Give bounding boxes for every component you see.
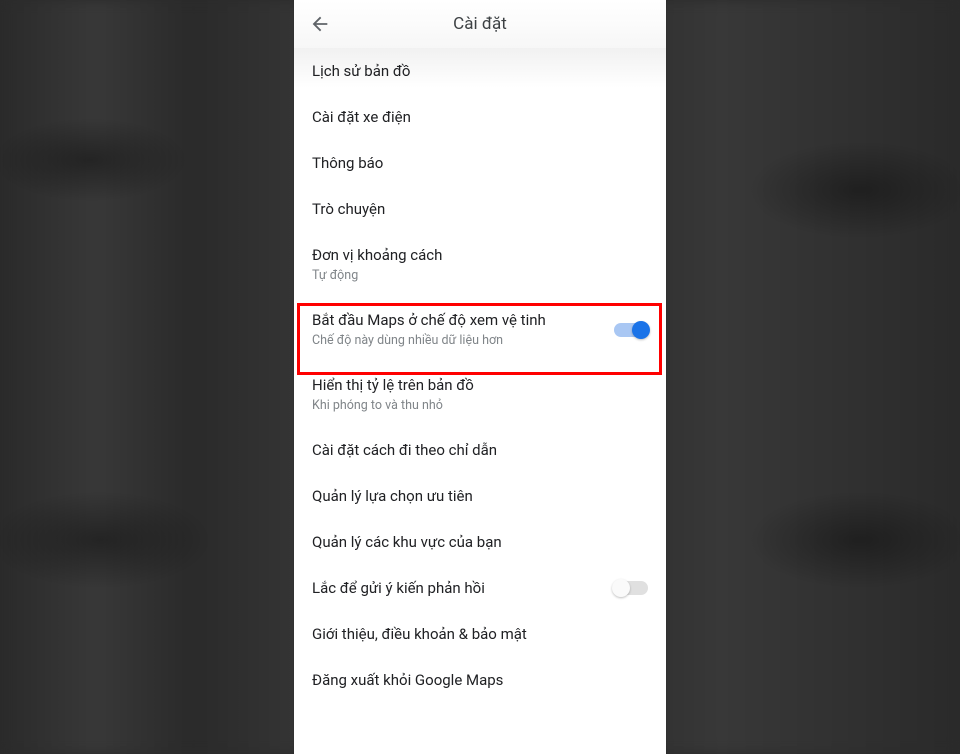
- item-sub: Khi phóng to và thu nhỏ: [312, 398, 648, 413]
- item-distance-units[interactable]: Đơn vị khoảng cách Tự động: [294, 232, 666, 297]
- item-label: Bắt đầu Maps ở chế độ xem vệ tinh: [312, 311, 604, 329]
- item-sign-out[interactable]: Đăng xuất khỏi Google Maps: [294, 657, 666, 703]
- item-label: Trò chuyện: [312, 200, 648, 218]
- toggle-knob: [612, 579, 630, 597]
- app-bar: Cài đặt: [294, 0, 666, 48]
- toggle-start-satellite[interactable]: [614, 323, 648, 337]
- toggle-knob: [632, 321, 650, 339]
- item-about-terms-privacy[interactable]: Giới thiệu, điều khoản & bảo mật: [294, 611, 666, 657]
- item-show-scale[interactable]: Hiển thị tỷ lệ trên bản đồ Khi phóng to …: [294, 362, 666, 427]
- item-label: Cài đặt cách đi theo chỉ dẫn: [312, 441, 648, 459]
- item-label: Hiển thị tỷ lệ trên bản đồ: [312, 376, 648, 394]
- item-map-history[interactable]: Lịch sử bản đồ: [294, 48, 666, 94]
- item-label: Lịch sử bản đồ: [312, 62, 648, 80]
- item-sub: Chế độ này dùng nhiều dữ liệu hơn: [312, 333, 604, 348]
- item-label: Quản lý các khu vực của bạn: [312, 533, 648, 551]
- item-sub: Tự động: [312, 268, 648, 283]
- item-notifications[interactable]: Thông báo: [294, 140, 666, 186]
- item-start-satellite[interactable]: Bắt đầu Maps ở chế độ xem vệ tinh Chế độ…: [294, 297, 666, 362]
- item-manage-preferences[interactable]: Quản lý lựa chọn ưu tiên: [294, 473, 666, 519]
- item-label: Đơn vị khoảng cách: [312, 246, 648, 264]
- item-label: Lắc để gửi ý kiến phản hồi: [312, 579, 604, 597]
- toggle-shake-feedback[interactable]: [614, 581, 648, 595]
- item-label: Cài đặt xe điện: [312, 108, 648, 126]
- item-label: Quản lý lựa chọn ưu tiên: [312, 487, 648, 505]
- item-navigation-settings[interactable]: Cài đặt cách đi theo chỉ dẫn: [294, 427, 666, 473]
- settings-screen: Cài đặt Lịch sử bản đồ Cài đặt xe điện T…: [294, 0, 666, 754]
- item-manage-areas[interactable]: Quản lý các khu vực của bạn: [294, 519, 666, 565]
- item-label: Đăng xuất khỏi Google Maps: [312, 671, 648, 689]
- item-label: Thông báo: [312, 154, 648, 172]
- item-label: Giới thiệu, điều khoản & bảo mật: [312, 625, 648, 643]
- item-chat[interactable]: Trò chuyện: [294, 186, 666, 232]
- item-shake-feedback[interactable]: Lắc để gửi ý kiến phản hồi: [294, 565, 666, 611]
- settings-list[interactable]: Lịch sử bản đồ Cài đặt xe điện Thông báo…: [294, 48, 666, 754]
- item-ev-settings[interactable]: Cài đặt xe điện: [294, 94, 666, 140]
- page-title: Cài đặt: [308, 14, 652, 34]
